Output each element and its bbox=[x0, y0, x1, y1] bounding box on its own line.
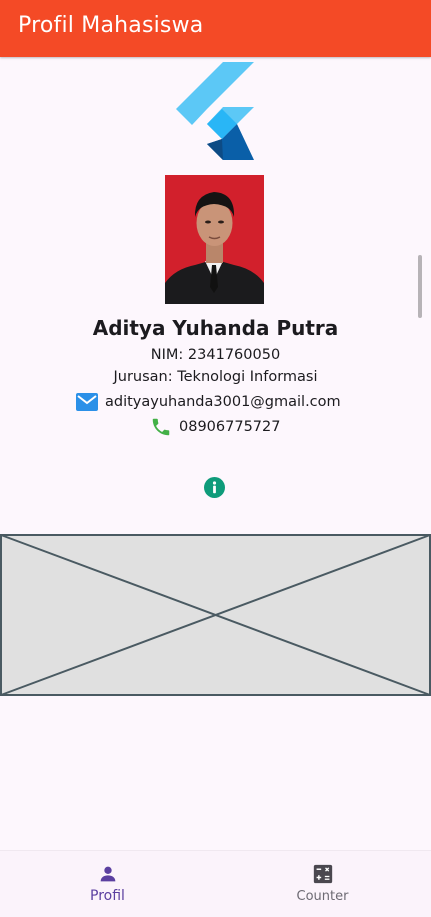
email-row: adityayuhanda3001@gmail.com bbox=[76, 392, 341, 412]
phone-row: 08906775727 bbox=[150, 416, 280, 438]
profile-photo bbox=[165, 175, 264, 304]
phone-icon bbox=[152, 418, 170, 436]
nav-label-counter: Counter bbox=[296, 889, 349, 904]
calculator-icon bbox=[313, 864, 332, 884]
student-name: Aditya Yuhanda Putra bbox=[92, 316, 339, 340]
scrollbar[interactable] bbox=[418, 255, 422, 318]
flutter-logo-icon bbox=[176, 62, 254, 160]
nav-item-counter[interactable]: Counter bbox=[215, 851, 430, 917]
image-placeholder bbox=[0, 534, 431, 696]
person-icon bbox=[100, 866, 115, 882]
email-icon bbox=[76, 393, 98, 411]
app-bar: Profil Mahasiswa bbox=[0, 0, 431, 57]
phone-text: 08906775727 bbox=[179, 419, 281, 435]
nav-item-profil[interactable]: Profil bbox=[0, 851, 215, 917]
student-major: Jurusan: Teknologi Informasi bbox=[113, 369, 318, 385]
email-text: adityayuhanda3001@gmail.com bbox=[105, 394, 341, 410]
student-nim: NIM: 2341760050 bbox=[150, 347, 281, 363]
bottom-navigation: Profil Counter bbox=[0, 850, 431, 917]
info-icon[interactable] bbox=[204, 477, 225, 498]
nav-label-profil: Profil bbox=[90, 888, 125, 904]
app-bar-title: Profil Mahasiswa bbox=[18, 13, 204, 38]
